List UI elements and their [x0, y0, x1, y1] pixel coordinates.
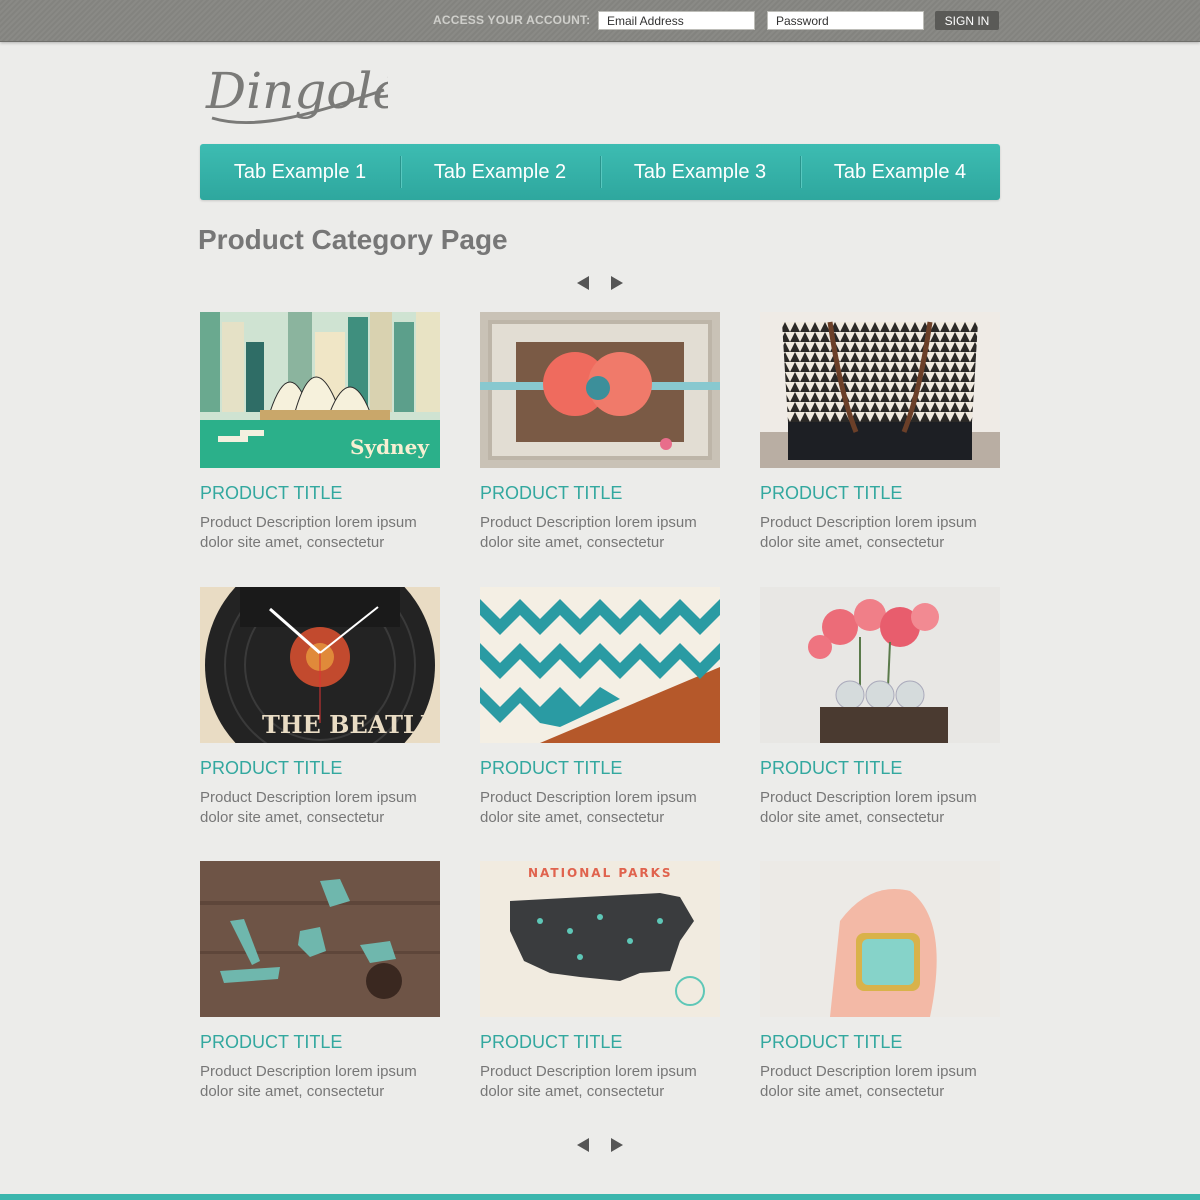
product-image-national-parks-map[interactable]: NATIONAL PARKS [480, 861, 720, 1017]
product-card[interactable]: PRODUCT TITLE Product Description lorem … [760, 861, 1000, 1102]
product-description: Product Description lorem ipsum dolor si… [200, 789, 417, 826]
product-card[interactable]: NATIONAL PARKS PRODUCT TITLE Product Des… [480, 861, 720, 1102]
product-card[interactable]: THE BEATLES PRODUCT TITLE Product Descri… [200, 587, 440, 828]
product-description: Product Description lorem ipsum dolor si… [760, 1063, 977, 1100]
product-card[interactable]: PRODUCT TITLE Product Description lorem … [760, 587, 1000, 828]
product-title[interactable]: PRODUCT TITLE [760, 1032, 1000, 1053]
tab-example-2[interactable]: Tab Example 2 [400, 144, 600, 200]
product-title[interactable]: PRODUCT TITLE [480, 1032, 720, 1053]
product-card[interactable]: Sydney PRODUCT TITLE Product Description… [200, 312, 440, 553]
product-title[interactable]: PRODUCT TITLE [480, 758, 720, 779]
sign-in-button[interactable]: SIGN IN [935, 11, 999, 30]
page-title: Product Category Page [198, 224, 508, 255]
main-nav: Tab Example 1 Tab Example 2 Tab Example … [200, 144, 1000, 200]
product-description: Product Description lorem ipsum dolor si… [200, 1063, 417, 1100]
svg-text:THE BEATLES: THE BEATLES [262, 710, 440, 739]
product-description: Product Description lorem ipsum dolor si… [760, 514, 977, 551]
pager-bottom [577, 1138, 623, 1154]
product-image-tote-bag[interactable] [760, 312, 1000, 468]
product-image-chevron-fabric[interactable] [480, 587, 720, 743]
prev-arrow-icon[interactable] [577, 276, 589, 290]
svg-text:Sydney: Sydney [350, 435, 430, 459]
next-arrow-icon[interactable] [611, 1138, 623, 1152]
next-arrow-icon[interactable] [611, 276, 623, 290]
brand-logo[interactable]: Dingolé [198, 52, 402, 134]
product-image-flower-headband[interactable] [480, 312, 720, 468]
product-description: Product Description lorem ipsum dolor si… [200, 514, 417, 551]
prev-arrow-icon[interactable] [577, 1138, 589, 1152]
product-card[interactable]: PRODUCT TITLE Product Description lorem … [480, 587, 720, 828]
email-field[interactable] [598, 11, 755, 30]
tab-example-4[interactable]: Tab Example 4 [800, 144, 1000, 200]
product-title[interactable]: PRODUCT TITLE [200, 758, 440, 779]
product-card[interactable]: PRODUCT TITLE Product Description lorem … [480, 312, 720, 553]
product-image-flowers-vases[interactable] [760, 587, 1000, 743]
svg-text:NATIONAL PARKS: NATIONAL PARKS [528, 866, 673, 880]
svg-text:Dingolé: Dingolé [205, 62, 388, 120]
product-title[interactable]: PRODUCT TITLE [480, 483, 720, 504]
pager-top [577, 276, 623, 292]
product-card[interactable]: PRODUCT TITLE Product Description lorem … [760, 312, 1000, 553]
account-label: ACCESS YOUR ACCOUNT: [433, 13, 591, 27]
password-field[interactable] [767, 11, 924, 30]
product-description: Product Description lorem ipsum dolor si… [480, 1063, 697, 1100]
product-description: Product Description lorem ipsum dolor si… [480, 514, 697, 551]
logo-wordmark: Dingolé [205, 62, 402, 125]
product-title[interactable]: PRODUCT TITLE [200, 1032, 440, 1053]
product-image-record-clock[interactable]: THE BEATLES [200, 587, 440, 743]
product-image-turquoise-ring[interactable] [760, 861, 1000, 1017]
product-title[interactable]: PRODUCT TITLE [760, 758, 1000, 779]
product-card[interactable]: PRODUCT TITLE Product Description lorem … [200, 861, 440, 1102]
product-image-sydney-poster[interactable]: Sydney [200, 312, 440, 468]
product-title[interactable]: PRODUCT TITLE [200, 483, 440, 504]
footer-accent-line [0, 1194, 1200, 1200]
product-title[interactable]: PRODUCT TITLE [760, 483, 1000, 504]
tab-example-3[interactable]: Tab Example 3 [600, 144, 800, 200]
tab-example-1[interactable]: Tab Example 1 [200, 144, 400, 200]
account-bar: ACCESS YOUR ACCOUNT: SIGN IN [0, 0, 1200, 42]
product-image-state-necklaces[interactable] [200, 861, 440, 1017]
product-description: Product Description lorem ipsum dolor si… [480, 789, 697, 826]
product-description: Product Description lorem ipsum dolor si… [760, 789, 977, 826]
